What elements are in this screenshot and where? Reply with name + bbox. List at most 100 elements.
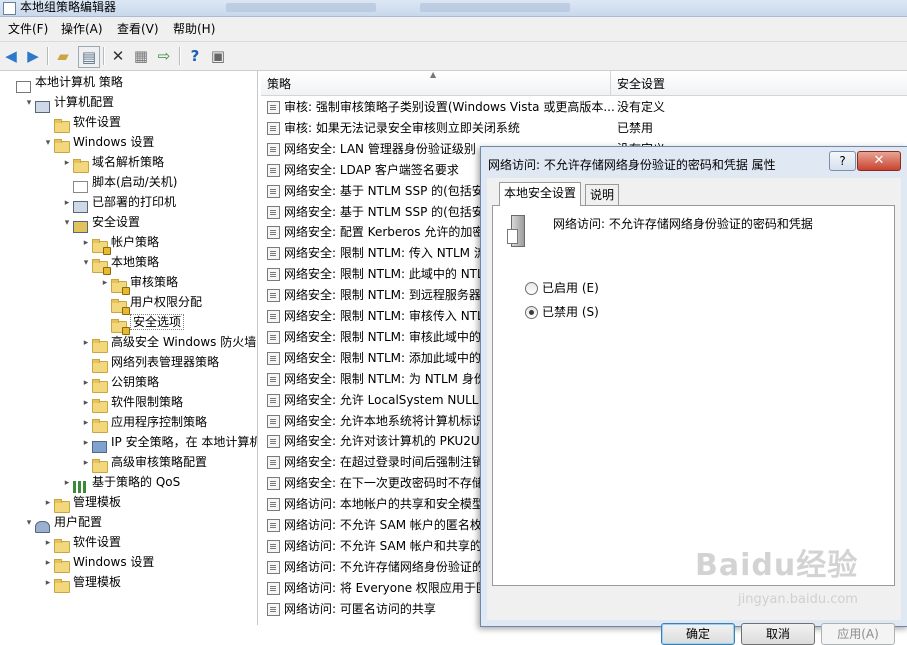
enabled-radio[interactable]: [525, 282, 538, 295]
tab-local-security-setting[interactable]: 本地安全设置: [499, 182, 582, 206]
expanded-arrow-icon[interactable]: ▾: [42, 133, 54, 153]
policy-item-icon: [267, 372, 280, 386]
collapsed-arrow-icon[interactable]: ▸: [42, 573, 54, 593]
tree-node[interactable]: 用户权限分配: [99, 292, 202, 315]
tree-node-label: 计算机配置: [54, 95, 115, 109]
policy-item-icon: [267, 289, 280, 303]
tree-node[interactable]: 网络列表管理器策略: [80, 352, 219, 373]
policy-name-cell: 审核: 如果无法记录安全审核则立即关闭系统: [284, 120, 520, 135]
help-button[interactable]: ?: [829, 151, 856, 171]
collapsed-arrow-icon[interactable]: ▸: [42, 553, 54, 573]
tree-node-label: 本地策略: [111, 255, 160, 269]
tree-node[interactable]: ▸ IP 安全策略，在 本地计算机: [80, 432, 257, 453]
disabled-radio[interactable]: [525, 306, 538, 319]
collapsed-arrow-icon[interactable]: ▸: [61, 153, 73, 173]
baidu-watermark-logo: Baidu经验: [695, 548, 859, 583]
collapsed-arrow-icon[interactable]: ▸: [80, 393, 92, 413]
collapsed-arrow-icon[interactable]: ▸: [99, 273, 111, 293]
background-window-tab: [226, 3, 376, 12]
tree-node[interactable]: ▸ 帐户策略: [80, 232, 159, 255]
tree-node[interactable]: 安全选项: [99, 312, 185, 335]
tree-node[interactable]: ▾ 本地策略: [80, 252, 160, 275]
collapsed-arrow-icon[interactable]: ▸: [80, 333, 92, 353]
tree-node[interactable]: ▸ 审核策略: [99, 272, 178, 295]
tree-node[interactable]: ▸ 管理模板: [42, 492, 121, 513]
policy-server-icon: [507, 215, 525, 247]
menu-help[interactable]: 帮助(H): [167, 17, 221, 41]
close-button[interactable]: ✕: [857, 151, 901, 171]
expanded-arrow-icon[interactable]: ▾: [23, 93, 35, 113]
tree-node[interactable]: ▾ 计算机配置: [23, 92, 115, 113]
baidu-watermark-url: jingyan.baidu.com: [738, 592, 858, 607]
tree-node-label: 基于策略的 QoS: [92, 475, 181, 489]
cancel-button[interactable]: 取消: [741, 623, 815, 645]
collapsed-arrow-icon[interactable]: ▸: [80, 433, 92, 453]
tree-node-label: 高级审核策略配置: [111, 455, 208, 469]
tree-node[interactable]: 本地计算机 策略: [4, 72, 123, 93]
policy-item-icon: [267, 247, 280, 261]
help-icon[interactable]: ?: [185, 46, 205, 66]
lockfolder-icon: [92, 257, 111, 275]
tree-node[interactable]: ▸ 已部署的打印机: [61, 192, 176, 213]
policy-name-cell: 网络安全: 允许本地系统将计算机标识: [284, 413, 484, 428]
properties-icon[interactable]: ▦: [131, 46, 151, 66]
tree-node[interactable]: ▸ 管理模板: [42, 572, 122, 593]
tree-node[interactable]: ▸ 基于策略的 QoS: [61, 472, 181, 493]
console-icon[interactable]: ▣: [208, 46, 228, 66]
policy-name-cell: 网络安全: 允许 LocalSystem NULL 会: [284, 392, 495, 407]
collapsed-arrow-icon[interactable]: ▸: [42, 533, 54, 553]
tree-node-label: 管理模板: [73, 575, 122, 589]
tree-node[interactable]: ▾ Windows 设置: [42, 132, 154, 153]
collapsed-arrow-icon[interactable]: ▸: [61, 193, 73, 213]
tree-node[interactable]: ▸ Windows 设置: [42, 552, 154, 573]
qos-icon: [73, 477, 89, 493]
collapsed-arrow-icon[interactable]: ▸: [61, 473, 73, 493]
expanded-arrow-icon[interactable]: ▾: [80, 253, 92, 273]
tree-node[interactable]: ▸ 高级审核策略配置: [80, 452, 208, 473]
show-tree-icon[interactable]: ▤: [78, 46, 100, 68]
tree-node[interactable]: ▾ 用户配置: [23, 512, 102, 533]
tree-node-label: 软件限制策略: [111, 395, 184, 409]
up-folder-icon[interactable]: ▰: [53, 46, 73, 66]
menu-action[interactable]: 操作(A): [55, 17, 109, 41]
back-icon[interactable]: ◀: [1, 46, 21, 66]
table-row[interactable]: 审核: 如果无法记录安全审核则立即关闭系统 已禁用: [261, 118, 907, 139]
table-row[interactable]: 审核: 强制审核策略子类别设置(Windows Vista 或更高版本... 没有…: [261, 97, 907, 118]
menu-file[interactable]: 文件(F): [2, 17, 54, 41]
tree-node[interactable]: ▾ 安全设置: [61, 212, 140, 233]
menu-view[interactable]: 查看(V): [111, 17, 165, 41]
expanded-arrow-icon[interactable]: ▾: [23, 513, 35, 533]
tree-node[interactable]: ▸ 软件限制策略: [80, 392, 184, 413]
collapsed-arrow-icon[interactable]: ▸: [80, 233, 92, 253]
forward-icon[interactable]: ▶: [23, 46, 43, 66]
tree-node[interactable]: 软件设置: [42, 112, 121, 133]
disabled-radio-label[interactable]: 已禁用 (S): [542, 303, 599, 320]
delete-icon[interactable]: ✕: [108, 46, 128, 66]
tab-explain[interactable]: 说明: [585, 184, 620, 205]
tree-node[interactable]: ▸ 软件设置: [42, 532, 122, 553]
expanded-arrow-icon[interactable]: ▾: [61, 213, 73, 233]
tree-node[interactable]: ▸ 高级安全 Windows 防火墙: [80, 332, 256, 353]
tree-node[interactable]: ▸ 应用程序控制策略: [80, 412, 207, 433]
tree-node-label: 软件设置: [73, 535, 122, 549]
enabled-radio-label[interactable]: 已启用 (E): [542, 279, 599, 296]
column-header-security-setting[interactable]: 安全设置: [611, 71, 907, 95]
policy-item-icon: [267, 477, 280, 491]
apply-button[interactable]: 应用(A): [821, 623, 895, 645]
folder-icon: [54, 137, 70, 153]
policy-item-icon: [267, 330, 280, 344]
collapsed-arrow-icon[interactable]: ▸: [80, 373, 92, 393]
policy-name-cell: 网络安全: 基于 NTLM SSP 的(包括安: [284, 183, 484, 198]
export-icon[interactable]: ⇨: [154, 46, 174, 66]
tree-node[interactable]: ▸ 域名解析策略: [61, 152, 164, 173]
ok-button[interactable]: 确定: [661, 623, 735, 645]
policy-name-cell: 网络安全: 在超过登录时间后强制注销: [284, 455, 484, 470]
tab-panel: 网络访问: 不允许存储网络身份验证的密码和凭据 已启用 (E) 已禁用 (S): [492, 205, 895, 586]
folder-icon: [92, 397, 108, 413]
tree-node[interactable]: 脚本(启动/关机): [61, 172, 177, 193]
collapsed-arrow-icon[interactable]: ▸: [80, 413, 92, 433]
tree-node[interactable]: ▸ 公钥策略: [80, 372, 159, 393]
collapsed-arrow-icon[interactable]: ▸: [42, 493, 54, 513]
lockfolder-icon: [92, 237, 111, 255]
collapsed-arrow-icon[interactable]: ▸: [80, 453, 92, 473]
